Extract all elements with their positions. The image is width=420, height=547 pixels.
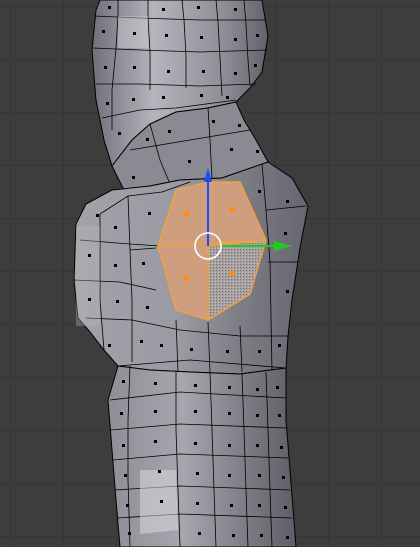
face-dot [142, 262, 145, 265]
face-dot [276, 386, 279, 389]
face-dot [162, 96, 165, 99]
face-dot [128, 532, 131, 535]
face-dot [260, 534, 263, 537]
face-dot [116, 300, 119, 303]
face-dot [282, 476, 285, 479]
face-dot [256, 444, 259, 447]
face-dot [132, 176, 135, 179]
face-dot [190, 348, 193, 351]
face-dot [108, 6, 111, 9]
face-dot [228, 412, 231, 415]
mesh-lower-body [107, 365, 297, 547]
3d-viewport[interactable] [0, 0, 420, 547]
face-dot [196, 472, 199, 475]
face-dot [284, 506, 287, 509]
face-dot [256, 34, 259, 37]
face-dot [258, 190, 261, 193]
face-dot [254, 64, 257, 67]
face-dot [284, 232, 287, 235]
face-dot [133, 32, 136, 35]
face-dot [286, 200, 289, 203]
face-dot [148, 212, 151, 215]
face-dot [234, 8, 237, 11]
face-dot [102, 30, 105, 33]
face-dot [133, 66, 136, 69]
face-dot [106, 102, 109, 105]
face-dot [122, 444, 125, 447]
face-dot [118, 132, 121, 135]
face-dot [154, 410, 157, 413]
face-dot [168, 130, 171, 133]
face-dot [162, 8, 165, 11]
face-dot [226, 350, 229, 353]
face-dot [114, 226, 117, 229]
face-dot [258, 350, 261, 353]
face-dot [198, 532, 201, 535]
face-dot [230, 148, 233, 151]
face-dot [146, 306, 149, 309]
face-dot [154, 440, 157, 443]
face-dot [132, 98, 135, 101]
face-dot [278, 414, 281, 417]
face-dot [96, 214, 99, 217]
face-dot [124, 474, 127, 477]
scene [73, 0, 309, 547]
face-dot [258, 474, 261, 477]
face-dot [140, 340, 143, 343]
face-dot [230, 504, 233, 507]
face-dot [194, 384, 197, 387]
face-dot [165, 34, 168, 37]
face-dot [158, 470, 161, 473]
face-dot [194, 410, 197, 413]
face-dot [286, 290, 289, 293]
face-dot [154, 382, 157, 385]
face-dot [188, 160, 191, 163]
face-dot [146, 138, 149, 141]
face-dot [228, 444, 231, 447]
face-dot [108, 344, 111, 347]
face-dot [226, 96, 229, 99]
face-dot [256, 150, 259, 153]
face-dot [88, 298, 91, 301]
face-dot [122, 380, 125, 383]
face-dot [120, 412, 123, 415]
face-dot [286, 536, 289, 539]
face-dot [278, 344, 281, 347]
face-dot [280, 446, 283, 449]
face-dot [234, 38, 237, 41]
face-dot [160, 344, 163, 347]
face-dot [196, 502, 199, 505]
face-dot [167, 70, 170, 73]
face-dot [212, 120, 215, 123]
face-dot [238, 124, 241, 127]
face-dot [202, 70, 205, 73]
face-dot [256, 414, 259, 417]
face-dot [126, 504, 129, 507]
face-dot [194, 442, 197, 445]
face-dot [234, 72, 237, 75]
face-dot [228, 386, 231, 389]
face-dot [200, 36, 203, 39]
face-dot [160, 500, 163, 503]
face-dot [256, 388, 259, 391]
face-dot [88, 254, 91, 257]
face-dot [228, 474, 231, 477]
face-dot [258, 504, 261, 507]
face-dot [197, 6, 200, 9]
face-dot [232, 534, 235, 537]
face-dot [200, 94, 203, 97]
face-dot [114, 264, 117, 267]
face-dot [104, 66, 107, 69]
